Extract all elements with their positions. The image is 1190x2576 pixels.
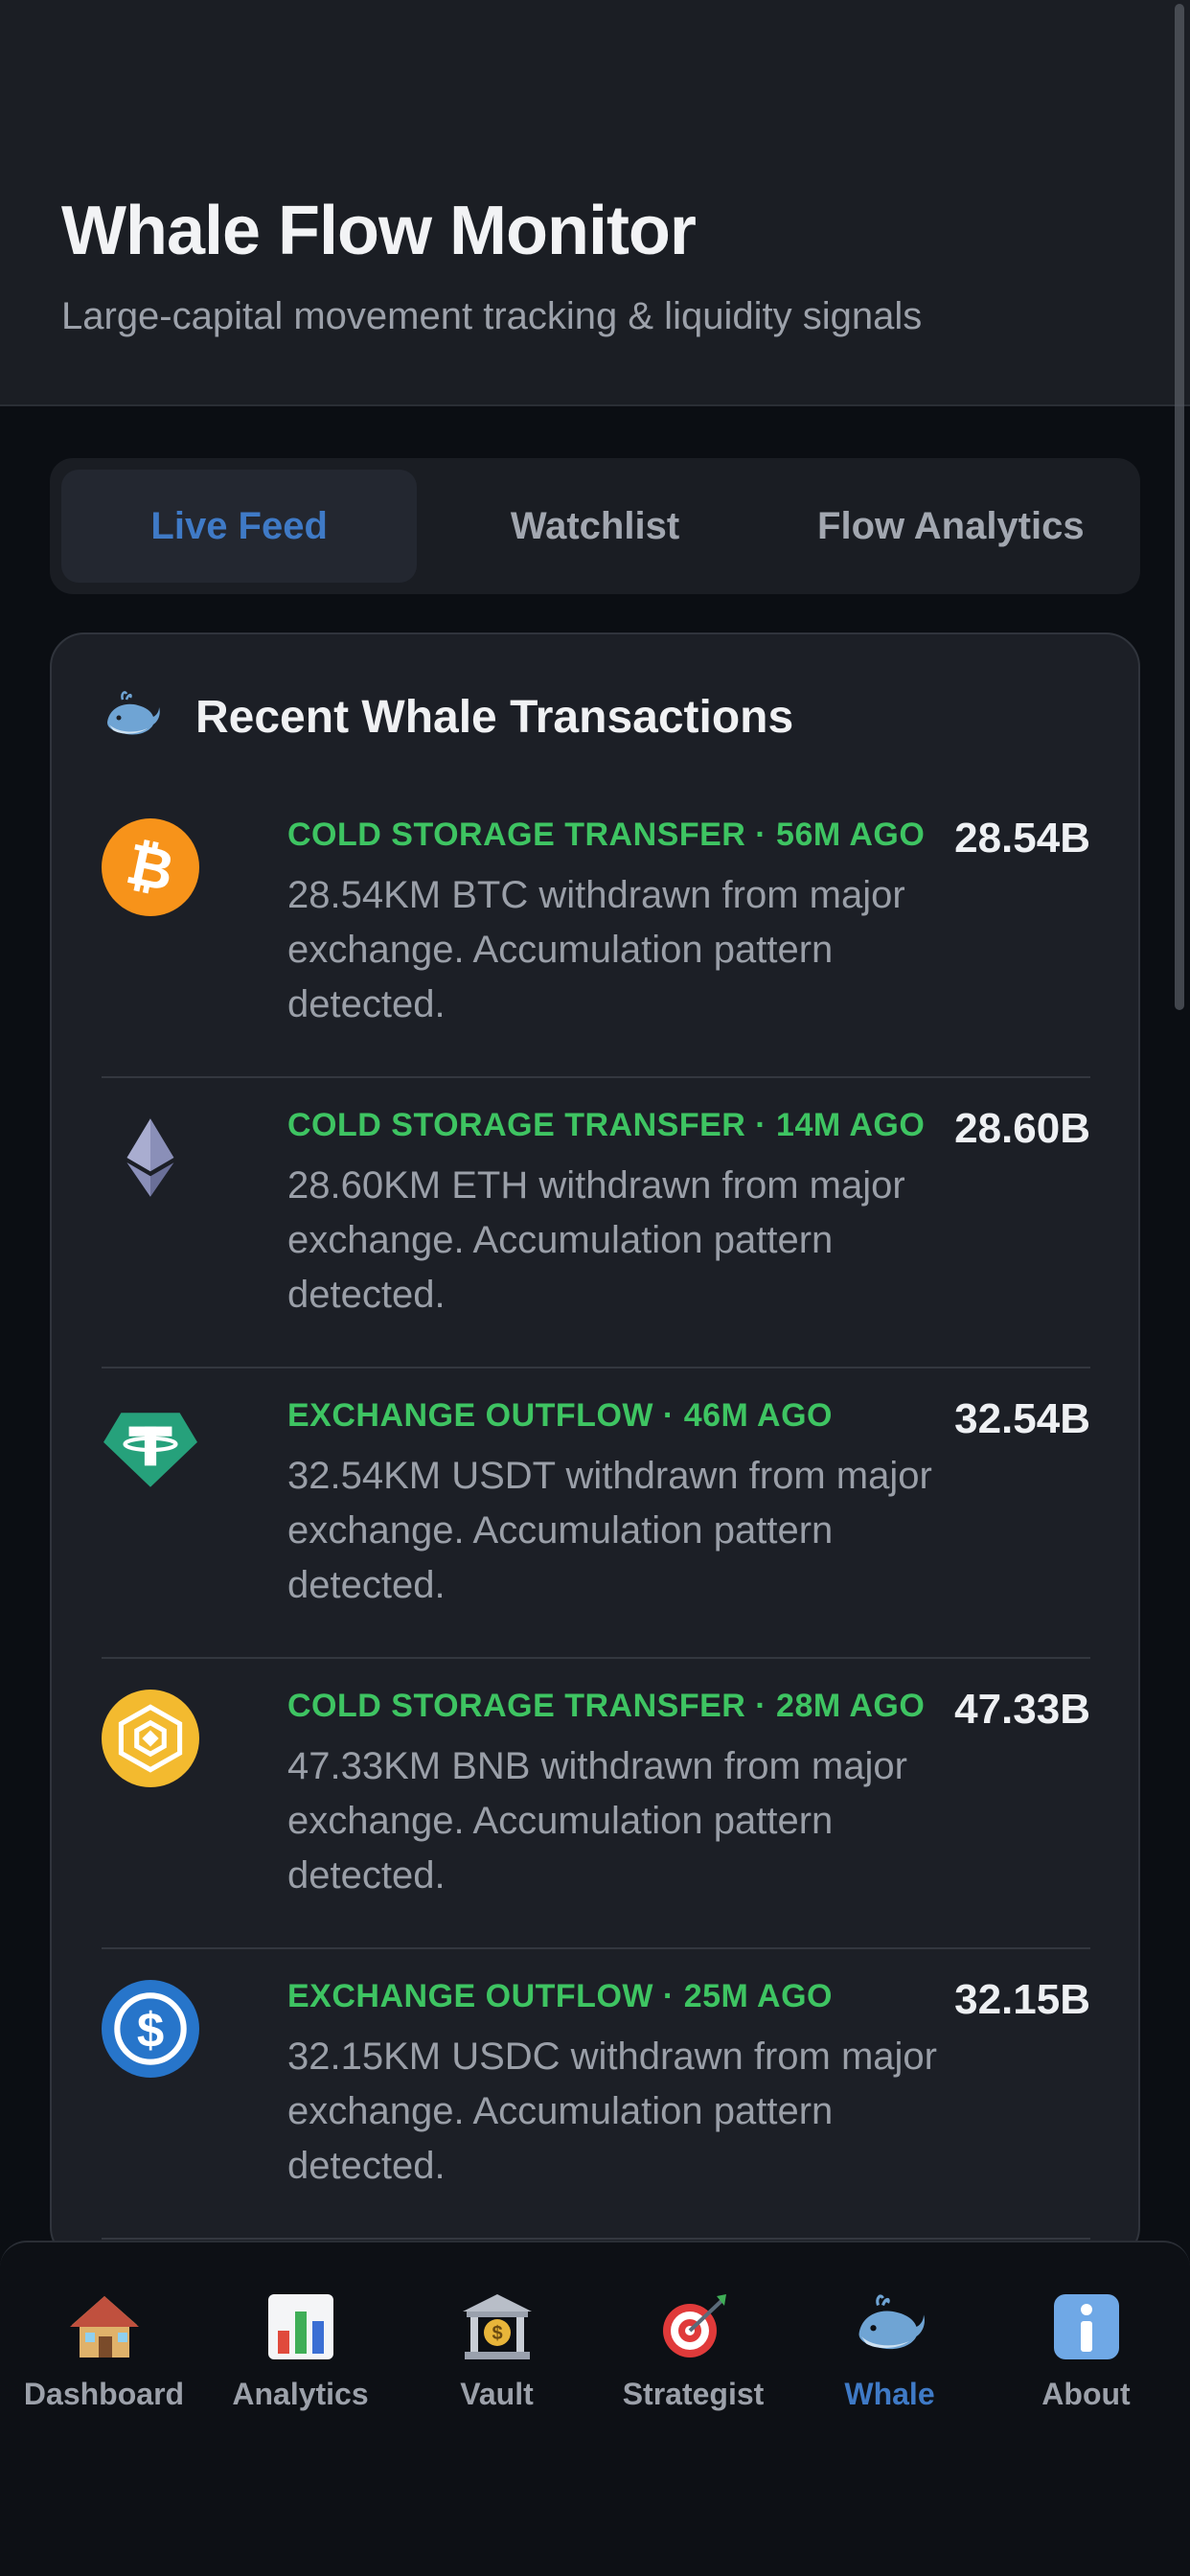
scrollbar[interactable] [1175, 4, 1184, 1010]
transaction-amount: 28.60B [954, 1105, 1090, 1152]
transaction-row[interactable]: COLD STORAGE TRANSFER · 28M AGO 47.33KM … [102, 1659, 1090, 1949]
nav-item-vault[interactable]: $ Vault [399, 2288, 595, 2432]
usdc-icon: $ [102, 1980, 199, 2078]
bnb-icon [102, 1690, 199, 1787]
nav-label-vault: Vault [460, 2377, 534, 2411]
transaction-meta: EXCHANGE OUTFLOW · 46M AGO [287, 1397, 833, 1434]
transaction-description: 47.33KM BNB withdrawn from major exchang… [287, 1745, 907, 1897]
house-icon [69, 2296, 139, 2358]
tab-flow-analytics[interactable]: Flow Analytics [773, 470, 1129, 583]
transaction-amount: 32.54B [954, 1395, 1090, 1442]
page-header: Whale Flow Monitor Large-capital movemen… [0, 0, 1190, 406]
nav-label-dashboard: Dashboard [23, 2377, 185, 2411]
bank-icon: $ [462, 2294, 532, 2359]
transaction-description: 28.60KM ETH withdrawn from major exchang… [287, 1164, 905, 1316]
page-title: Whale Flow Monitor [61, 193, 697, 269]
transaction-meta: COLD STORAGE TRANSFER · 14M AGO [287, 1107, 926, 1143]
target-icon [662, 2294, 726, 2358]
page-subtitle: Large-capital movement tracking & liquid… [61, 295, 923, 337]
nav-label-analytics: Analytics [232, 2377, 369, 2411]
transaction-row[interactable]: $ EXCHANGE OUTFLOW · 25M AGO 32.15KM USD… [102, 1949, 1090, 2240]
nav-item-about[interactable]: About [988, 2288, 1184, 2432]
svg-text:$: $ [492, 2323, 502, 2344]
tab-bar: Live Feed Watchlist Flow Analytics [50, 458, 1140, 594]
nav-label-about: About [1041, 2377, 1131, 2411]
card-title: Recent Whale Transactions [195, 691, 794, 743]
whale-icon [107, 691, 160, 735]
transaction-row[interactable]: ₿ COLD STORAGE TRANSFER · 56M AGO 28.54K… [102, 788, 1090, 1078]
transaction-description: 28.54KM BTC withdrawn from major exchang… [287, 874, 905, 1025]
nav-label-strategist: Strategist [622, 2377, 765, 2411]
transaction-row[interactable]: EXCHANGE OUTFLOW · 46M AGO 32.54KM USDT … [102, 1368, 1090, 1659]
svg-text:$: $ [137, 2002, 164, 2057]
card-header: Recent Whale Transactions [102, 686, 793, 748]
transaction-amount: 28.54B [954, 815, 1090, 862]
transactions-card: Recent Whale Transactions ₿ COLD STORAGE… [50, 632, 1140, 2262]
bar-chart-icon [267, 2294, 333, 2359]
transaction-list: ₿ COLD STORAGE TRANSFER · 56M AGO 28.54K… [102, 788, 1090, 2240]
transaction-meta: COLD STORAGE TRANSFER · 28M AGO [287, 1688, 926, 1724]
bitcoin-icon: ₿ [102, 818, 199, 916]
tether-icon [103, 1413, 197, 1487]
transaction-amount: 47.33B [954, 1686, 1090, 1733]
ethereum-icon [126, 1118, 174, 1197]
tab-watchlist[interactable]: Watchlist [417, 470, 772, 583]
transaction-meta: COLD STORAGE TRANSFER · 56M AGO [287, 816, 926, 853]
nav-item-dashboard[interactable]: Dashboard [6, 2288, 202, 2432]
transaction-amount: 32.15B [954, 1976, 1090, 2023]
transaction-meta: EXCHANGE OUTFLOW · 25M AGO [287, 1978, 833, 2014]
nav-item-strategist[interactable]: Strategist [595, 2288, 791, 2432]
nav-item-analytics[interactable]: Analytics [202, 2288, 399, 2432]
info-icon [1053, 2294, 1119, 2359]
transaction-description: 32.15KM USDC withdrawn from major exchan… [287, 2036, 937, 2187]
transaction-row[interactable]: COLD STORAGE TRANSFER · 14M AGO 28.60KM … [102, 1078, 1090, 1368]
nav-item-whale[interactable]: Whale [791, 2288, 988, 2432]
nav-label-whale: Whale [844, 2377, 935, 2411]
transaction-description: 32.54KM USDT withdrawn from major exchan… [287, 1455, 932, 1606]
bottom-nav: Dashboard Analytics $ Vault Strategist W… [0, 2241, 1190, 2576]
whale-icon [858, 2294, 925, 2350]
tab-live-feed[interactable]: Live Feed [61, 470, 418, 583]
